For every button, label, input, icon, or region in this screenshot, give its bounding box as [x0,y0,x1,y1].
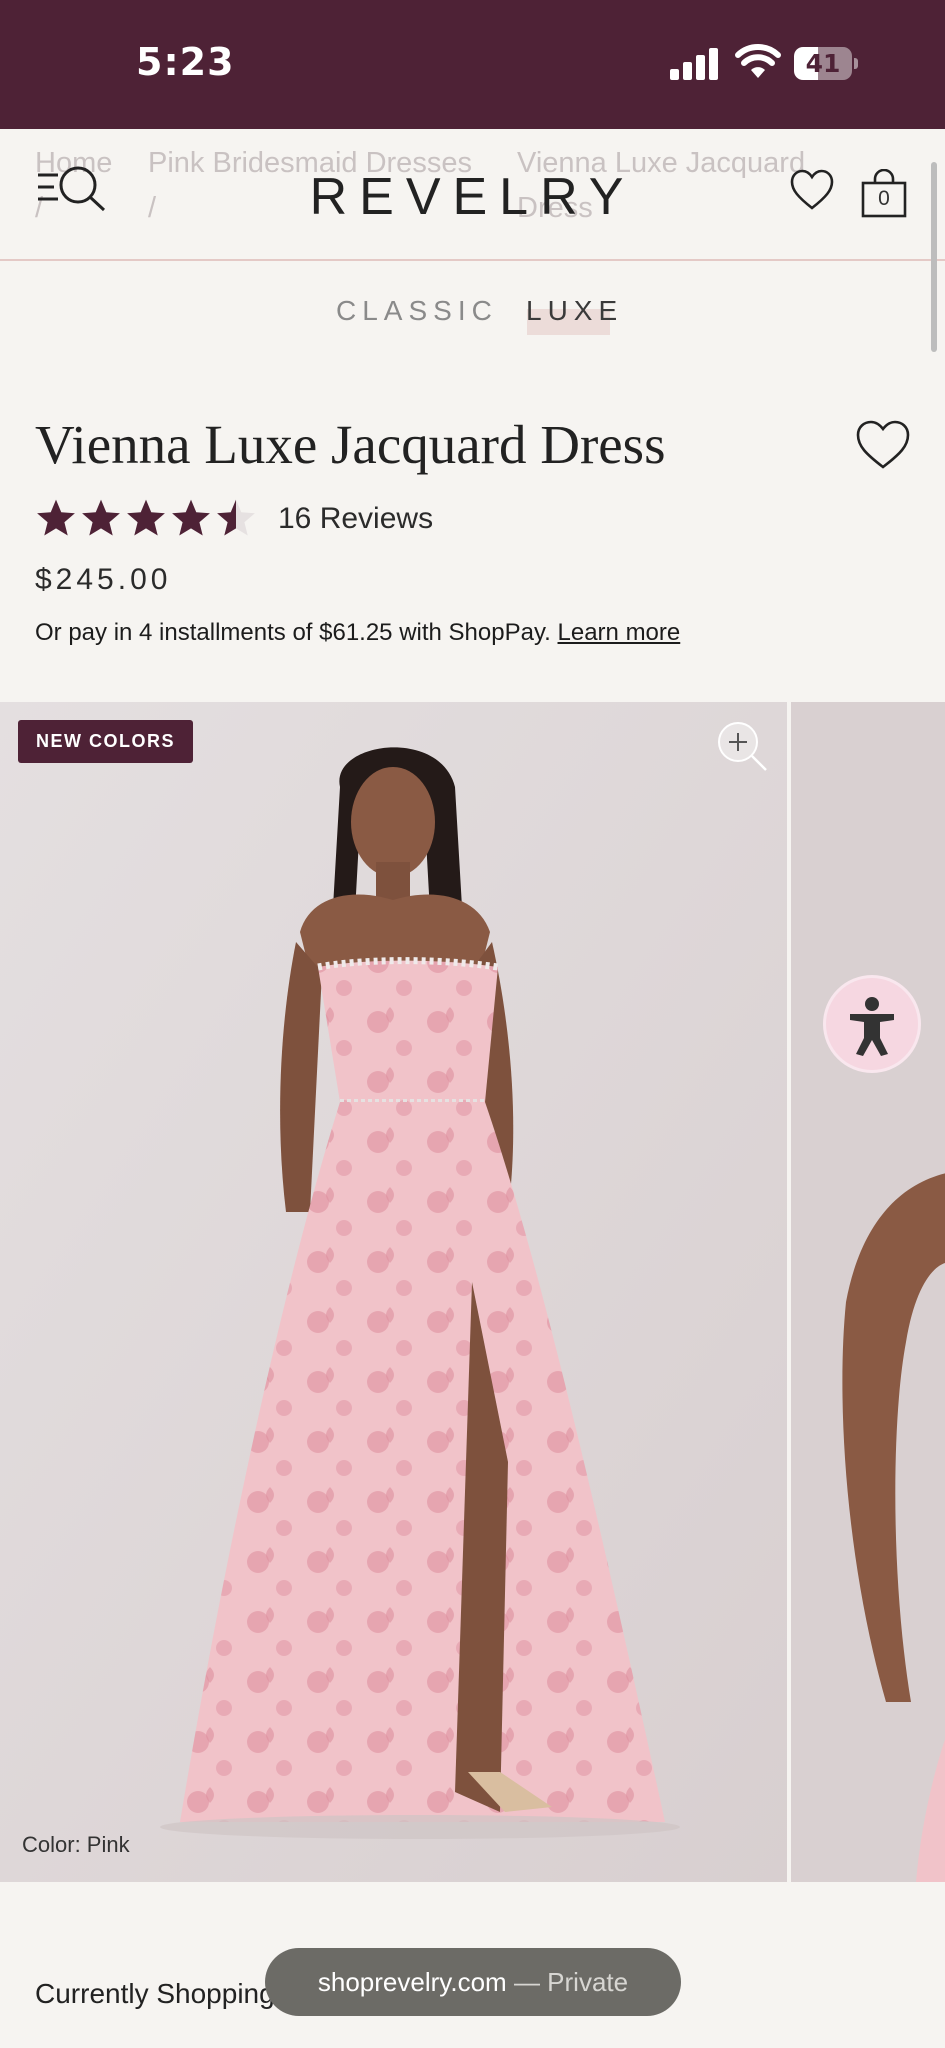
accessibility-button[interactable] [826,978,918,1070]
product-price: $245.00 [35,563,172,596]
shopping-bag-icon[interactable]: 0 [860,168,908,219]
status-time: 5:23 [136,40,235,84]
product-image-main[interactable]: NEW COLORS Color: Pink [0,702,787,1882]
site-header: Home / Pink Bridesmaid Dresses / Vienna … [0,129,945,261]
browser-url-pill[interactable]: shoprevelry.com — Private [265,1948,681,2016]
browser-domain: shoprevelry.com [317,1967,507,1997]
currently-shopping-label: Currently Shopping [35,1978,275,2009]
wifi-icon [735,44,781,78]
collection-tabs: CLASSIC LUXE [0,295,945,335]
battery-icon: 41 [794,47,858,80]
star-icon [82,499,120,536]
cellular-signal-icon [670,48,718,80]
learn-more-link[interactable]: Learn more [558,619,681,646]
half-star-icon [217,499,255,536]
star-icon [172,499,210,536]
next-image-preview [791,702,945,1882]
browser-private-label: — Private [513,1967,629,1997]
new-colors-badge: NEW COLORS [18,720,193,763]
battery-level: 41 [805,49,841,78]
star-icon [37,499,75,536]
status-bar: 5:23 41 [0,0,945,129]
product-gallery[interactable]: NEW COLORS Color: Pink [0,702,945,1882]
tab-luxe[interactable]: LUXE [526,295,623,327]
product-image-next[interactable] [791,702,945,1882]
color-label: Color: Pink [22,1832,130,1857]
tab-classic[interactable]: CLASSIC [336,295,498,327]
reviews-link[interactable]: 16 Reviews [278,502,433,536]
cart-count: 0 [878,187,890,210]
zoom-in-icon[interactable] [716,720,768,772]
accessibility-person-icon [850,997,894,1056]
wishlist-heart-icon[interactable] [790,169,834,211]
favorite-heart-icon[interactable] [856,420,910,470]
star-icon [127,499,165,536]
installments-info: Or pay in 4 installments of $61.25 with … [35,619,680,647]
model-in-dress-image [0,702,787,1882]
installments-text: Or pay in 4 installments of $61.25 with … [35,619,551,646]
product-title: Vienna Luxe Jacquard Dress [35,414,666,475]
